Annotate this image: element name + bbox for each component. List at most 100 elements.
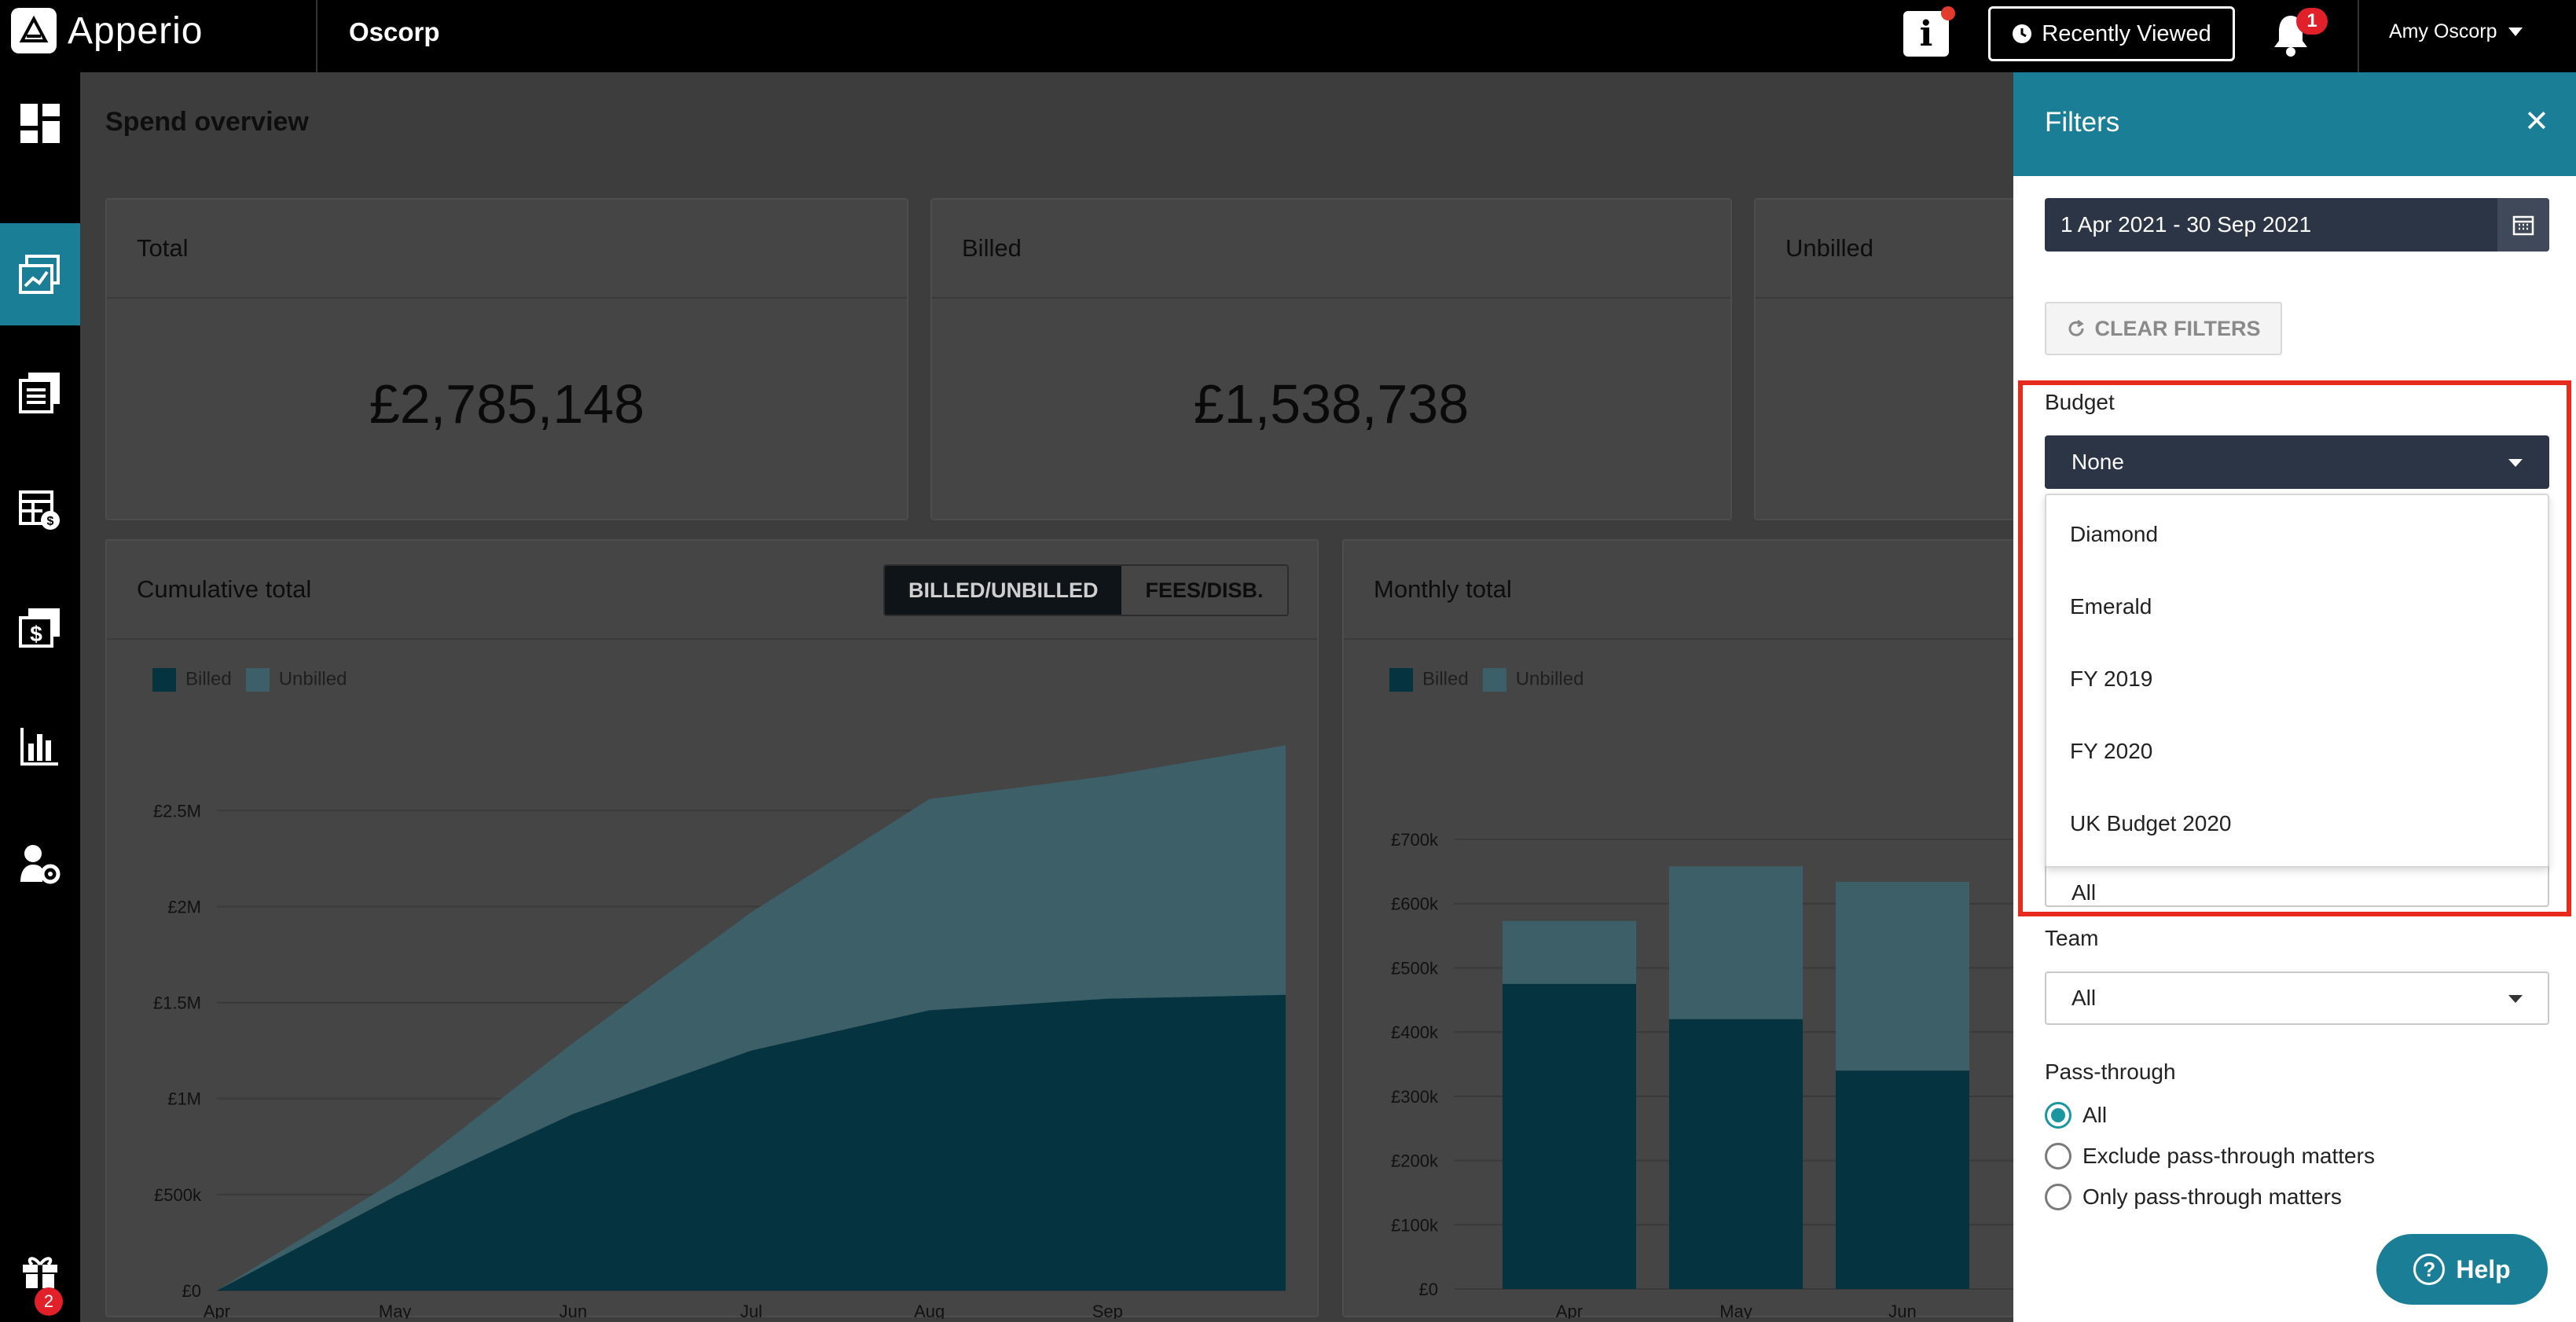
y-tick-label: £2M [167,897,201,916]
divider [2358,0,2359,72]
radio-label: Exclude pass-through matters [2082,1144,2375,1168]
y-tick-label: £500k [1391,958,1439,978]
divider [107,297,907,299]
recently-viewed-button[interactable]: Recently Viewed [1988,6,2235,61]
x-tick-label: May [379,1302,412,1319]
x-tick-label: Jun [1888,1302,1916,1319]
stat-card-unbilled: Unbilled [1754,198,2037,520]
cumulative-area-chart: £0 £500k £1M £1.5M £2M £2.5M Apr May Jun Jul Aug Se… [153,745,1286,1319]
x-tick-label: Jul [740,1302,762,1319]
y-tick-label: £700k [1391,830,1439,850]
sidebar-item-matters[interactable] [0,341,80,443]
x-tick-label: Aug [914,1302,945,1319]
budget-table-icon: $ [19,490,60,530]
y-tick-label: £100k [1391,1215,1439,1235]
y-tick-label: £600k [1391,894,1439,914]
stat-card-total: Total £2,785,148 [105,198,908,520]
divider [316,0,317,72]
info-dot [1941,6,1955,20]
y-tick-label: £1.5M [153,993,201,1013]
logo[interactable]: Apperio [11,8,203,53]
team-select[interactable]: All [2045,971,2549,1025]
refresh-icon [2068,319,2084,336]
sidebar-item-user-settings[interactable] [0,813,80,915]
page-title: Spend overview [105,107,309,137]
sidebar-item-spend[interactable] [0,223,80,325]
radio-label: Only pass-through matters [2082,1184,2342,1209]
x-tick-label: May [1719,1302,1752,1319]
y-tick-label: £300k [1391,1087,1439,1107]
svg-text:$: $ [30,622,42,646]
x-tick-label: Apr [204,1302,230,1319]
dashboard-icon [20,104,60,143]
question-icon: ? [2413,1254,2446,1285]
invoice-dollar-icon: $ [19,608,60,648]
bar-billed [1669,1019,1803,1289]
notification-badge: 1 [2296,8,2328,35]
main-content: Spend overview Total £2,785,148 Billed £… [80,72,2051,1322]
stat-value: £1,538,738 [1193,373,1470,435]
sidebar-item-budgets[interactable]: $ [0,459,80,561]
stat-label: Billed [962,234,1022,262]
team-label: Team [2045,926,2099,950]
monthly-chart-card: Monthly total Billed Unbilled £0 £100k £20… [1342,539,2051,1319]
divider [932,297,1730,299]
radio-label: All [2082,1103,2108,1127]
radio-pass-exclude[interactable]: Exclude pass-through matters [2045,1143,2375,1170]
cumulative-chart-card: Cumulative total BILLED/UNBILLED FEES/DI… [105,539,1319,1319]
documents-icon [19,373,60,413]
y-tick-label: £0 [182,1281,201,1301]
filters-title: Filters [2045,107,2120,138]
y-tick-label: £0 [1419,1280,1438,1299]
brand-name: Apperio [68,9,204,52]
radio-pass-all[interactable]: All [2045,1102,2107,1129]
radio-pass-only[interactable]: Only pass-through matters [2045,1184,2342,1210]
sidebar-item-dashboard[interactable] [0,72,80,174]
apperio-logo-icon [11,8,57,53]
help-button[interactable]: ? Help [2376,1234,2548,1305]
stat-card-billed: Billed £1,538,738 [930,198,1732,520]
filters-header: Filters ✕ [2013,72,2576,176]
help-label: Help [2456,1254,2511,1283]
caret-down-icon [2508,995,2523,1003]
x-tick-label: Jun [560,1302,587,1319]
org-name: Oscorp [349,17,440,46]
user-menu[interactable]: Amy Oscorp [2389,20,2523,43]
y-tick-label: £1M [167,1089,201,1109]
top-bar: Apperio Oscorp i Recently Viewed 1 Amy O… [0,0,2576,72]
user-name: Amy Oscorp [2389,20,2497,42]
bar-billed [1503,983,1636,1289]
date-range-field[interactable]: 1 Apr 2021 - 30 Sep 2021 [2045,198,2549,252]
sidebar: $ $ 2 [0,72,80,1322]
bar-chart-icon [20,728,58,766]
clear-filters-button[interactable]: CLEAR FILTERS [2045,302,2282,355]
divider [1756,297,2035,299]
svg-text:$: $ [47,515,54,528]
bar-billed [1836,1070,1969,1289]
y-tick-label: £500k [154,1185,202,1205]
date-range-value: 1 Apr 2021 - 30 Sep 2021 [2060,212,2312,237]
stat-value: £2,785,148 [369,373,645,435]
sidebar-item-invoices[interactable]: $ [0,577,80,679]
clear-filters-label: CLEAR FILTERS [2094,316,2261,340]
y-tick-label: £2.5M [153,801,201,821]
gift-badge: 2 [35,1287,63,1316]
stat-label: Total [137,234,189,262]
calendar-icon[interactable] [2497,198,2549,252]
radio-button[interactable] [2045,1102,2071,1129]
bar-unbilled [1503,920,1636,984]
x-tick-label: Sep [1092,1302,1123,1319]
bar-unbilled [1836,881,1969,1071]
radio-button[interactable] [2045,1184,2071,1210]
pass-through-label: Pass-through [2045,1059,2176,1084]
team-value: All [2071,986,2097,1010]
bar-unbilled [1669,866,1803,1019]
highlight-box [2018,380,2571,916]
x-tick-label: Apr [1556,1302,1583,1319]
radio-button[interactable] [2045,1143,2071,1170]
user-settings-icon [20,845,61,884]
y-tick-label: £200k [1391,1151,1439,1171]
close-icon[interactable]: ✕ [2524,107,2549,137]
chevron-down-icon [2508,27,2523,36]
sidebar-item-reports[interactable] [0,695,80,797]
